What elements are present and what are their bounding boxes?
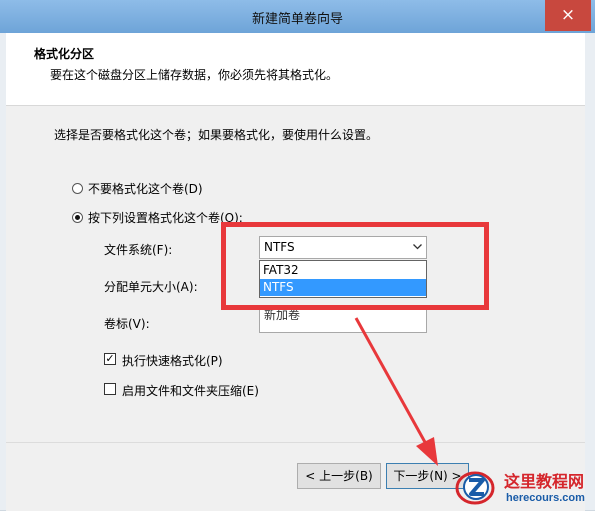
- header-title: 格式化分区: [34, 47, 95, 61]
- compression-option[interactable]: 启用文件和文件夹压缩(E): [104, 382, 274, 398]
- format-radio[interactable]: [72, 212, 83, 223]
- watermark-url: herecours.com: [506, 492, 585, 504]
- instruction-text: 选择是否要格式化这个卷；如果要格式化，要使用什么设置。: [54, 128, 379, 142]
- volume-label-value: 新加卷: [264, 308, 301, 322]
- annotation-highlight-box: [221, 222, 489, 310]
- close-button[interactable]: ×: [545, 0, 591, 31]
- volume-label-input[interactable]: 新加卷: [259, 307, 427, 333]
- no-format-radio[interactable]: [72, 183, 83, 194]
- header-subtitle: 要在这个磁盘分区上储存数据，你必须先将其格式化。: [50, 68, 339, 82]
- allocation-label: 分配单元大小(A):: [104, 280, 198, 294]
- no-format-label: 不要格式化这个卷(D): [88, 182, 203, 196]
- title-bar[interactable]: 新建简单卷向导 ×: [0, 0, 595, 33]
- quick-format-option[interactable]: ✓ 执行快速格式化(P): [104, 352, 244, 368]
- watermark-logo-icon: [455, 471, 495, 505]
- quick-format-checkbox[interactable]: ✓: [104, 353, 116, 365]
- wizard-footer: < 上一步(B) 下一步(N) >: [6, 442, 585, 511]
- quick-format-label: 执行快速格式化(P): [122, 354, 223, 368]
- format-label: 按下列设置格式化这个卷(O):: [88, 211, 243, 225]
- compression-label: 启用文件和文件夹压缩(E): [122, 384, 259, 398]
- no-format-option[interactable]: 不要格式化这个卷(D): [72, 180, 232, 196]
- window-title: 新建简单卷向导: [251, 12, 343, 27]
- back-button[interactable]: < 上一步(B): [297, 463, 381, 489]
- wizard-header: 格式化分区 要在这个磁盘分区上储存数据，你必须先将其格式化。: [6, 33, 585, 106]
- volume-label-label: 卷标(V):: [104, 317, 150, 331]
- filesystem-label: 文件系统(F):: [104, 243, 173, 257]
- watermark-name: 这里教程网: [504, 472, 585, 491]
- background-window-right-edge: [585, 33, 595, 510]
- compression-checkbox[interactable]: [104, 383, 116, 395]
